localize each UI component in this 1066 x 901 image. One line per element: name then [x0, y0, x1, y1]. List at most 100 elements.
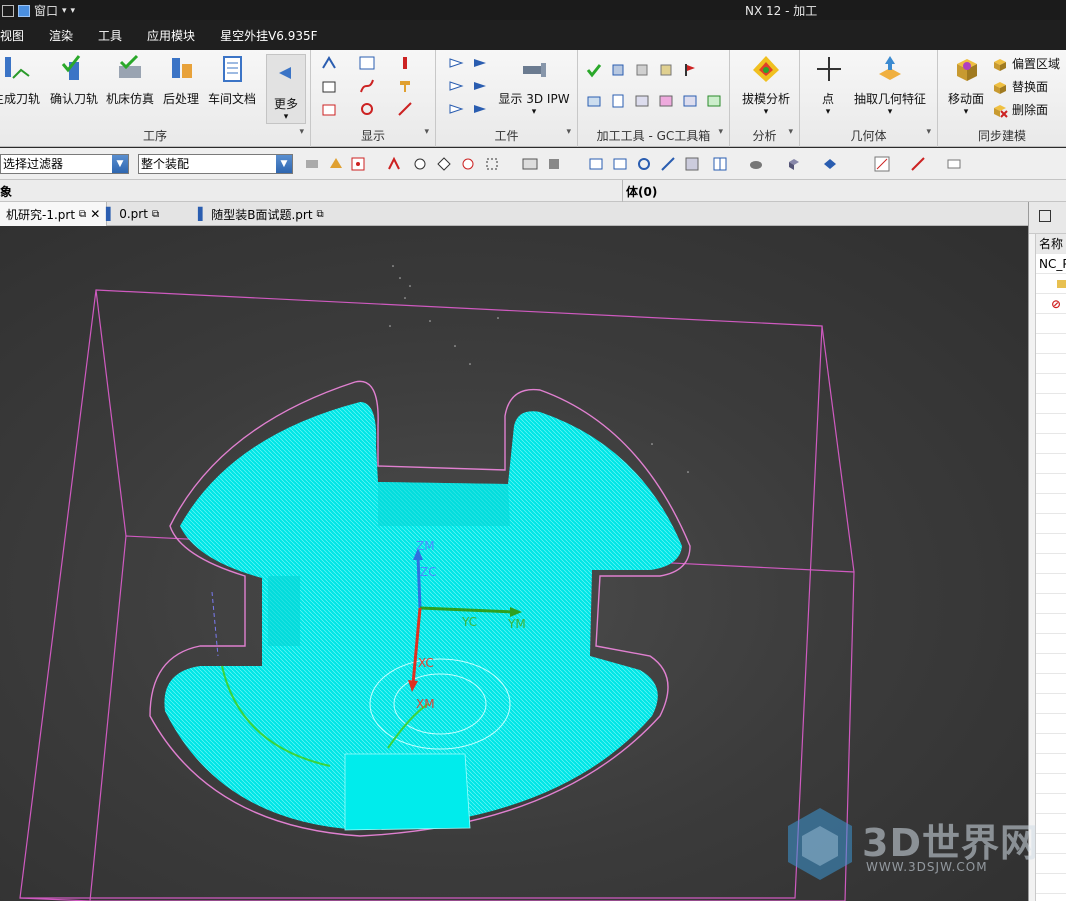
line-icon[interactable] — [397, 101, 413, 117]
display-window-icon[interactable] — [359, 55, 375, 71]
window-icon[interactable] — [18, 4, 30, 17]
verify-toolpath-button[interactable]: 确认刀轨 — [48, 54, 100, 107]
pan-icon[interactable] — [660, 156, 676, 172]
chevron-down-icon[interactable]: ▼ — [112, 155, 128, 173]
watermark-url: WWW.3DSJW.COM — [866, 860, 988, 874]
menu-plugin[interactable]: 星空外挂V6.935F — [220, 27, 317, 44]
gc-tool7-icon[interactable] — [610, 93, 626, 109]
tool-icon[interactable] — [397, 55, 413, 71]
snap-tool6-icon[interactable] — [484, 156, 500, 172]
offset-region-button[interactable]: 偏置区域 — [992, 55, 1060, 72]
gc-tool3-icon[interactable] — [634, 62, 650, 78]
filter-tool1-icon[interactable] — [304, 156, 320, 172]
rotate-icon[interactable] — [636, 156, 652, 172]
filter-tool2-icon[interactable] — [328, 156, 344, 172]
axis-label-xm: XM — [416, 697, 435, 711]
ipw-tool4-icon[interactable] — [472, 78, 488, 94]
tab-pin-icon[interactable]: ⧉ — [152, 209, 159, 220]
gc-tool2-icon[interactable] — [610, 62, 626, 78]
gc-tool11-icon[interactable] — [706, 93, 722, 109]
generate-toolpath-button[interactable]: 生成刀轨 — [0, 54, 44, 107]
gc-tool8-icon[interactable] — [634, 93, 650, 109]
close-icon[interactable]: ✕ — [90, 207, 100, 221]
display-box2-icon[interactable] — [321, 101, 337, 117]
tab-pin-icon[interactable]: ⧉ — [317, 209, 324, 220]
window-square-icon[interactable] — [2, 4, 14, 17]
tab-part-3[interactable]: ▌ 随型装B面试题.prt ⧉ — [192, 202, 330, 226]
menu-app-modules[interactable]: 应用模块 — [147, 27, 195, 44]
ipw-tool3-icon[interactable] — [448, 78, 464, 94]
more-button[interactable]: 更多 ▾ — [266, 54, 306, 124]
window-menu[interactable]: 窗口 — [34, 2, 58, 19]
delete-face-button[interactable]: 删除面 — [992, 101, 1048, 118]
group-expand-icon[interactable]: ▾ — [788, 127, 793, 137]
snap-tool4-icon[interactable] — [436, 156, 452, 172]
menu-tools[interactable]: 工具 — [98, 27, 122, 44]
ipw-tool5-icon[interactable] — [448, 101, 464, 117]
chevron-down-icon[interactable]: ▼ — [276, 155, 292, 173]
unused-item[interactable]: ⊘ — [1036, 294, 1066, 314]
group-expand-icon[interactable]: ▾ — [566, 127, 571, 137]
group-expand-icon[interactable]: ▾ — [299, 127, 304, 137]
ipw-tool6-icon[interactable] — [472, 101, 488, 117]
gc-tool9-icon[interactable] — [658, 93, 674, 109]
ipw-tool1-icon[interactable] — [448, 55, 464, 71]
gc-tool10-icon[interactable] — [682, 93, 698, 109]
navigator-window-icon[interactable] — [1039, 210, 1051, 222]
group-expand-icon[interactable]: ▾ — [424, 127, 429, 137]
axis-label-zc: ZC — [420, 565, 437, 579]
render-style-icon[interactable] — [748, 156, 764, 172]
menu-view[interactable]: 视图 — [0, 27, 24, 44]
wcs-icon[interactable] — [822, 156, 838, 172]
drill-icon[interactable] — [397, 78, 413, 94]
scope-dropdown[interactable]: 整个装配 ▼ — [138, 154, 293, 174]
grid-icon[interactable] — [946, 156, 962, 172]
snap-tool3-icon[interactable] — [412, 156, 428, 172]
group-expand-icon[interactable]: ▾ — [718, 127, 723, 137]
curve-icon[interactable] — [359, 78, 375, 94]
shop-docs-button[interactable]: 车间文档 — [206, 54, 258, 107]
view-tool1-icon[interactable] — [588, 156, 604, 172]
chevron-down-icon: ▾ — [887, 107, 893, 117]
layout-icon[interactable] — [712, 156, 728, 172]
zoom-icon[interactable] — [684, 156, 700, 172]
gc-check-icon[interactable] — [586, 62, 602, 78]
navigator-root-item[interactable]: NC_P — [1036, 254, 1066, 274]
snap-tool5-icon[interactable] — [460, 156, 476, 172]
display-box-icon[interactable] — [321, 78, 337, 94]
snap-tool7-icon[interactable] — [522, 156, 538, 172]
show-3d-ipw-button[interactable]: 显示 3D IPW ▾ — [496, 54, 572, 117]
snap-tool1-icon[interactable] — [350, 156, 366, 172]
selection-filter-dropdown[interactable]: 选择过滤器 ▼ — [0, 154, 129, 174]
draft-analysis-button[interactable]: 拔模分析 ▾ — [738, 54, 794, 117]
tab-part-2[interactable]: ▌ 0.prt ⧉ — [100, 202, 165, 226]
tab-pin-icon[interactable]: ⧉ — [79, 209, 86, 220]
snap-tool2-icon[interactable] — [386, 156, 402, 172]
chevron-down-icon[interactable]: ▾ — [62, 6, 67, 16]
pin-icon[interactable]: ▾ — [71, 6, 76, 16]
ipw-tool2-icon[interactable] — [472, 55, 488, 71]
group-expand-icon[interactable]: ▾ — [926, 127, 931, 137]
gc-tool5-icon[interactable] — [682, 62, 698, 78]
navigator-column-header[interactable]: 名称 — [1036, 234, 1066, 254]
point-button[interactable]: 点 ▾ — [814, 54, 842, 117]
display-toolpath-icon[interactable] — [321, 55, 337, 71]
tree-row — [1036, 534, 1066, 554]
machine-simulation-button[interactable]: 机床仿真 — [104, 54, 156, 107]
chevron-down-icon: ▾ — [763, 107, 769, 117]
gc-tool6-icon[interactable] — [586, 93, 602, 109]
postprocess-button[interactable]: 后处理 — [160, 54, 202, 107]
snap-tool8-icon[interactable] — [546, 156, 562, 172]
move-face-button[interactable]: 移动面 ▾ — [946, 54, 986, 117]
target-icon[interactable] — [359, 101, 375, 117]
view-tool2-icon[interactable] — [612, 156, 628, 172]
gc-tool4-icon[interactable] — [658, 62, 674, 78]
menu-render[interactable]: 渲染 — [49, 27, 73, 44]
ruler-icon[interactable] — [910, 156, 926, 172]
extract-geometry-button[interactable]: 抽取几何特征 ▾ — [850, 54, 930, 117]
tab-part-1[interactable]: 机研究-1.prt ⧉ ✕ — [0, 202, 108, 226]
orient-view-icon[interactable] — [786, 156, 802, 172]
measure-icon[interactable] — [874, 156, 890, 172]
replace-face-button[interactable]: 替换面 — [992, 78, 1048, 95]
folder-item[interactable] — [1036, 274, 1066, 294]
